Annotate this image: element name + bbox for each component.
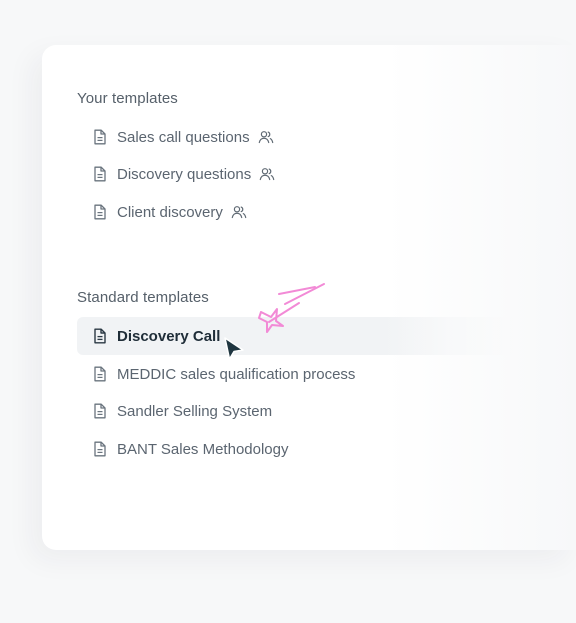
document-icon <box>93 129 107 145</box>
template-item-sales-call-questions[interactable]: Sales call questions <box>77 118 517 156</box>
template-item-discovery-questions[interactable]: Discovery questions <box>77 155 517 193</box>
template-item-sandler[interactable]: Sandler Selling System <box>77 392 517 430</box>
standard-templates-heading: Standard templates <box>77 289 209 306</box>
template-item-bant[interactable]: BANT Sales Methodology <box>77 430 517 468</box>
shared-users-icon <box>259 167 275 181</box>
sparkle-icon <box>258 283 325 333</box>
template-item-meddic[interactable]: MEDDIC sales qualification process <box>77 355 517 393</box>
document-icon <box>93 403 107 419</box>
document-icon <box>93 366 107 382</box>
template-item-client-discovery[interactable]: Client discovery <box>77 193 517 231</box>
shared-users-icon <box>258 130 274 144</box>
template-label: Sandler Selling System <box>117 402 273 420</box>
shared-users-icon <box>231 205 247 219</box>
document-icon <box>93 328 107 344</box>
document-icon <box>93 441 107 457</box>
template-label: MEDDIC sales qualification process <box>117 365 356 383</box>
template-label: Discovery questions <box>117 165 252 183</box>
your-templates-heading: Your templates <box>77 90 178 107</box>
template-label: Client discovery <box>117 203 223 221</box>
document-icon <box>93 204 107 220</box>
mouse-pointer-icon <box>224 337 244 360</box>
document-icon <box>93 166 107 182</box>
template-label: Sales call questions <box>117 128 250 146</box>
template-label: Discovery Call <box>117 327 221 345</box>
template-label: BANT Sales Methodology <box>117 440 289 458</box>
